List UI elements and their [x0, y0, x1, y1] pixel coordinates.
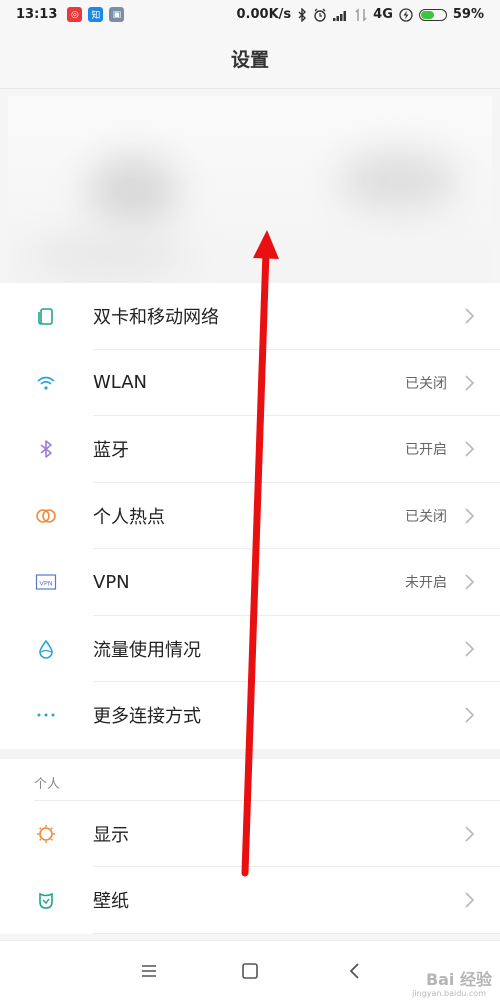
chevron-right-icon: [465, 892, 475, 908]
connectivity-row-2[interactable]: 蓝牙 已开启: [0, 416, 500, 483]
bluetooth-status-icon: [298, 7, 307, 22]
row-label: 显示: [93, 824, 129, 846]
connectivity-row-4[interactable]: VPN VPN 未开启: [0, 549, 500, 616]
row-label: 壁纸: [93, 891, 129, 913]
connectivity-row-6[interactable]: 更多连接方式: [0, 682, 500, 749]
battery-percent: 59%: [452, 7, 484, 22]
back-icon[interactable]: [343, 959, 367, 983]
chevron-right-icon: [465, 707, 475, 723]
row-label: 流量使用情况: [93, 639, 201, 661]
row-value: 已开启: [405, 442, 447, 459]
chevron-right-icon: [465, 375, 475, 391]
connectivity-row-1[interactable]: WLAN 已关闭: [0, 350, 500, 416]
weibo-notification-icon: ◎: [67, 7, 83, 22]
row-label: WLAN: [93, 372, 148, 394]
network-type: 4G: [373, 7, 393, 22]
row-label: VPN: [93, 571, 130, 593]
row-label: 蓝牙: [93, 440, 129, 462]
connectivity-row-3[interactable]: 个人热点 已关闭: [0, 483, 500, 549]
row-label: 更多连接方式: [93, 706, 201, 728]
page-title: 设置: [0, 32, 500, 89]
chevron-right-icon: [465, 641, 475, 657]
data-usage-icon: [34, 637, 58, 661]
sim-card-icon: [34, 304, 58, 328]
status-bar: 13:13 ◎ 知 ▣ 0.00K/s 4G 59%: [0, 0, 500, 32]
network-speed: 0.00K/s: [236, 7, 292, 22]
status-time: 13:13: [16, 7, 58, 22]
hotspot-icon: [34, 504, 58, 528]
row-value: 已关闭: [405, 375, 447, 392]
section-header-personal: 个人: [0, 758, 500, 801]
personal-row-0[interactable]: 显示: [0, 801, 500, 867]
row-value: 未开启: [405, 575, 447, 592]
row-value: 已关闭: [405, 508, 447, 525]
connectivity-row-0[interactable]: 双卡和移动网络: [0, 283, 500, 350]
chevron-right-icon: [465, 826, 475, 842]
section-gap: [0, 748, 500, 759]
status-left: 13:13 ◎ 知 ▣: [16, 7, 125, 22]
chevron-right-icon: [465, 308, 475, 324]
wifi-icon: [34, 371, 58, 395]
section-header-label: 个人: [34, 776, 61, 792]
watermark-url: jingyan.baidu.com: [412, 989, 486, 998]
zhihu-notification-icon: 知: [88, 7, 104, 22]
chevron-right-icon: [465, 574, 475, 590]
data-arrows-icon: [355, 7, 367, 22]
blurred-account-card[interactable]: [8, 96, 492, 292]
chevron-right-icon: [465, 508, 475, 524]
bluetooth-icon: [34, 437, 58, 461]
charging-icon: [399, 7, 413, 22]
more-icon: [34, 703, 58, 727]
alarm-icon: [314, 8, 326, 22]
home-icon[interactable]: [238, 959, 262, 983]
row-label: 个人热点: [93, 506, 165, 528]
battery-icon: [418, 8, 447, 21]
wallpaper-icon: [34, 888, 58, 912]
connectivity-row-5[interactable]: 流量使用情况: [0, 616, 500, 682]
status-right: 0.00K/s 4G 59%: [237, 7, 484, 22]
display-icon: [34, 822, 58, 846]
personal-row-1[interactable]: 壁纸: [0, 867, 500, 934]
watermark-brand: Bai 经验: [425, 970, 492, 989]
settings-list: 双卡和移动网络 WLAN 已关闭 蓝牙 已开启 个人热点 已关闭 VPN VPN 未开启 流量使用情…: [0, 283, 500, 934]
row-label: 双卡和移动网络: [93, 307, 219, 329]
chevron-right-icon: [465, 441, 475, 457]
svg-text:VPN: VPN: [39, 580, 52, 588]
vpn-icon: VPN: [34, 570, 58, 594]
signal-icon: [333, 10, 347, 21]
app-notification-icon: ▣: [109, 7, 125, 22]
menu-icon[interactable]: [137, 959, 161, 983]
